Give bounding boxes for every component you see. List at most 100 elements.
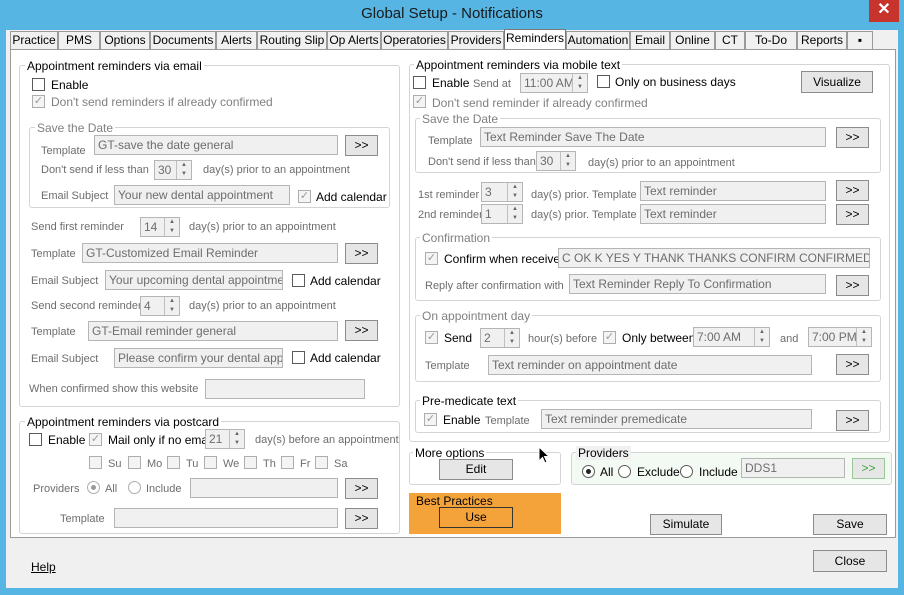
mobile-r1-spinner[interactable]: 3 ▲ ▼ bbox=[481, 182, 523, 202]
providers-all-radio[interactable] bbox=[582, 465, 595, 478]
email-add-calendar2-checkbox[interactable] bbox=[292, 351, 305, 364]
tab-online[interactable]: Online bbox=[670, 31, 715, 49]
postcard-day-th-checkbox[interactable] bbox=[244, 456, 257, 469]
email-first-spinner[interactable]: 14 ▲ ▼ bbox=[140, 217, 180, 237]
appt-day-template-field[interactable]: Text reminder on appointment date bbox=[488, 355, 812, 375]
close-button[interactable]: Close bbox=[813, 550, 887, 572]
postcard-day-fr-checkbox[interactable] bbox=[281, 456, 294, 469]
email-second-spinner[interactable]: 4 ▲ ▼ bbox=[140, 296, 180, 316]
postcard-day-we-checkbox[interactable] bbox=[204, 456, 217, 469]
spin-arrows-icon[interactable]: ▲ ▼ bbox=[754, 328, 769, 346]
email-website-field[interactable] bbox=[205, 379, 365, 399]
email-subject1-field[interactable]: Your upcoming dental appointment bbox=[105, 270, 283, 290]
mobile-send-at-spinner[interactable]: 11:00 AM ▲ ▼ bbox=[520, 73, 588, 93]
tab-options[interactable]: Options bbox=[100, 31, 150, 49]
spin-arrows-icon[interactable]: ▲ ▼ bbox=[229, 430, 244, 448]
email-dont-send-checkbox[interactable]: ✓ bbox=[32, 95, 45, 108]
tab-to-do[interactable]: To-Do bbox=[745, 31, 797, 49]
mobile-std-template-field[interactable]: Text Reminder Save The Date bbox=[480, 127, 826, 147]
providers-browse-button[interactable]: >> bbox=[852, 458, 885, 479]
mobile-dont-send-checkbox[interactable]: ✓ bbox=[413, 95, 426, 108]
spin-arrows-icon[interactable]: ▲ ▼ bbox=[504, 329, 519, 347]
mobile-r1-template-field[interactable]: Text reminder bbox=[640, 181, 826, 201]
confirm-when-checkbox[interactable]: ✓ bbox=[425, 252, 438, 265]
postcard-day-mo-checkbox[interactable] bbox=[128, 456, 141, 469]
spin-arrows-icon[interactable]: ▲ ▼ bbox=[572, 74, 587, 92]
confirm-keywords-field[interactable]: C OK K YES Y THANK THANKS CONFIRM CONFIR… bbox=[558, 248, 870, 268]
edit-button[interactable]: Edit bbox=[439, 459, 513, 480]
premedicate-enable-checkbox[interactable]: ✓ bbox=[424, 413, 437, 426]
providers-include-radio[interactable] bbox=[680, 465, 693, 478]
providers-field[interactable]: DDS1 bbox=[741, 458, 845, 478]
spin-arrows-icon[interactable]: ▲ ▼ bbox=[507, 183, 522, 201]
email-std-less-spinner[interactable]: 30 ▲ ▼ bbox=[154, 160, 192, 180]
email-subject2-field[interactable]: Please confirm your dental appointi bbox=[114, 348, 283, 368]
premedicate-browse-button[interactable]: >> bbox=[836, 410, 869, 431]
tab-reminders[interactable]: Reminders bbox=[504, 29, 566, 50]
spin-arrows-icon[interactable]: ▲ ▼ bbox=[507, 205, 522, 223]
postcard-day-su-checkbox[interactable] bbox=[89, 456, 102, 469]
save-button[interactable]: Save bbox=[813, 514, 887, 535]
postcard-mail-only-checkbox[interactable]: ✓ bbox=[89, 433, 102, 446]
reply-browse-button[interactable]: >> bbox=[836, 275, 869, 296]
mobile-enable-checkbox[interactable] bbox=[413, 76, 426, 89]
tab-op-alerts[interactable]: Op Alerts bbox=[327, 31, 381, 49]
tab-automation[interactable]: Automation bbox=[566, 31, 630, 49]
appt-day-hours-spinner[interactable]: 2 ▲ ▼ bbox=[480, 328, 520, 348]
email-template2-field[interactable]: GT-Email reminder general bbox=[88, 321, 338, 341]
email-std-template-field[interactable]: GT-save the date general bbox=[94, 135, 338, 155]
tab-operatories[interactable]: Operatories bbox=[381, 31, 448, 49]
email-template1-field[interactable]: GT-Customized Email Reminder bbox=[82, 243, 338, 263]
providers-exclude-radio[interactable] bbox=[618, 465, 631, 478]
tab-routing-slip[interactable]: Routing Slip bbox=[257, 31, 327, 49]
postcard-day-sa-checkbox[interactable] bbox=[315, 456, 328, 469]
tab-email[interactable]: Email bbox=[630, 31, 670, 49]
mobile-std-browse-button[interactable]: >> bbox=[836, 127, 869, 148]
visualize-button[interactable]: Visualize bbox=[801, 71, 873, 93]
postcard-enable-checkbox[interactable] bbox=[29, 433, 42, 446]
spin-arrows-icon[interactable]: ▲ ▼ bbox=[164, 218, 179, 236]
spin-arrows-icon[interactable]: ▲ ▼ bbox=[164, 297, 179, 315]
email-add-calendar1-checkbox[interactable] bbox=[292, 274, 305, 287]
postcard-providers-field[interactable] bbox=[190, 478, 338, 498]
mobile-r2-template-field[interactable]: Text reminder bbox=[640, 204, 826, 224]
tab-overflow[interactable]: ▪ bbox=[847, 31, 873, 49]
help-link[interactable]: Help bbox=[31, 560, 56, 574]
reply-after-field[interactable]: Text Reminder Reply To Confirmation bbox=[569, 274, 826, 294]
postcard-days-spinner[interactable]: 21 ▲ ▼ bbox=[205, 429, 245, 449]
mobile-business-days-checkbox[interactable] bbox=[597, 75, 610, 88]
postcard-template-field[interactable] bbox=[114, 508, 338, 528]
simulate-button[interactable]: Simulate bbox=[650, 514, 722, 535]
spin-arrows-icon[interactable]: ▲ ▼ bbox=[856, 328, 871, 346]
email-std-add-calendar-checkbox[interactable]: ✓ bbox=[298, 190, 311, 203]
appt-day-to-spinner[interactable]: 7:00 PM ▲ ▼ bbox=[808, 327, 872, 347]
appt-day-browse-button[interactable]: >> bbox=[836, 354, 869, 375]
email-template1-browse-button[interactable]: >> bbox=[345, 243, 378, 264]
appt-day-send-checkbox[interactable]: ✓ bbox=[425, 331, 438, 344]
tab-documents[interactable]: Documents bbox=[150, 31, 216, 49]
tab-alerts[interactable]: Alerts bbox=[216, 31, 257, 49]
email-enable-checkbox[interactable] bbox=[32, 78, 45, 91]
email-std-subject-field[interactable]: Your new dental appointment bbox=[114, 185, 290, 205]
mobile-std-less-spinner[interactable]: 30 ▲ ▼ bbox=[536, 151, 576, 171]
mobile-r1-browse-button[interactable]: >> bbox=[836, 180, 869, 201]
premedicate-template-field[interactable]: Text reminder premedicate bbox=[541, 409, 812, 429]
postcard-day-tu-checkbox[interactable] bbox=[167, 456, 180, 469]
email-std-browse-button[interactable]: >> bbox=[345, 135, 378, 156]
postcard-template-browse-button[interactable]: >> bbox=[345, 508, 378, 529]
mobile-r2-browse-button[interactable]: >> bbox=[836, 204, 869, 225]
tab-pms[interactable]: PMS bbox=[58, 31, 100, 49]
spin-arrows-icon[interactable]: ▲ ▼ bbox=[560, 152, 575, 170]
tab-practice[interactable]: Practice bbox=[10, 31, 58, 49]
mobile-r2-spinner[interactable]: 1 ▲ ▼ bbox=[481, 204, 523, 224]
postcard-providers-include-radio[interactable] bbox=[128, 481, 141, 494]
window-close-button[interactable]: ✕ bbox=[869, 0, 899, 22]
postcard-providers-browse-button[interactable]: >> bbox=[345, 478, 378, 499]
tab-ct[interactable]: CT bbox=[715, 31, 745, 49]
postcard-providers-all-radio[interactable] bbox=[87, 481, 100, 494]
email-template2-browse-button[interactable]: >> bbox=[345, 320, 378, 341]
tab-reports[interactable]: Reports bbox=[797, 31, 847, 49]
use-button[interactable]: Use bbox=[439, 507, 513, 528]
appt-day-from-spinner[interactable]: 7:00 AM ▲ ▼ bbox=[693, 327, 770, 347]
tab-providers[interactable]: Providers bbox=[448, 31, 504, 49]
